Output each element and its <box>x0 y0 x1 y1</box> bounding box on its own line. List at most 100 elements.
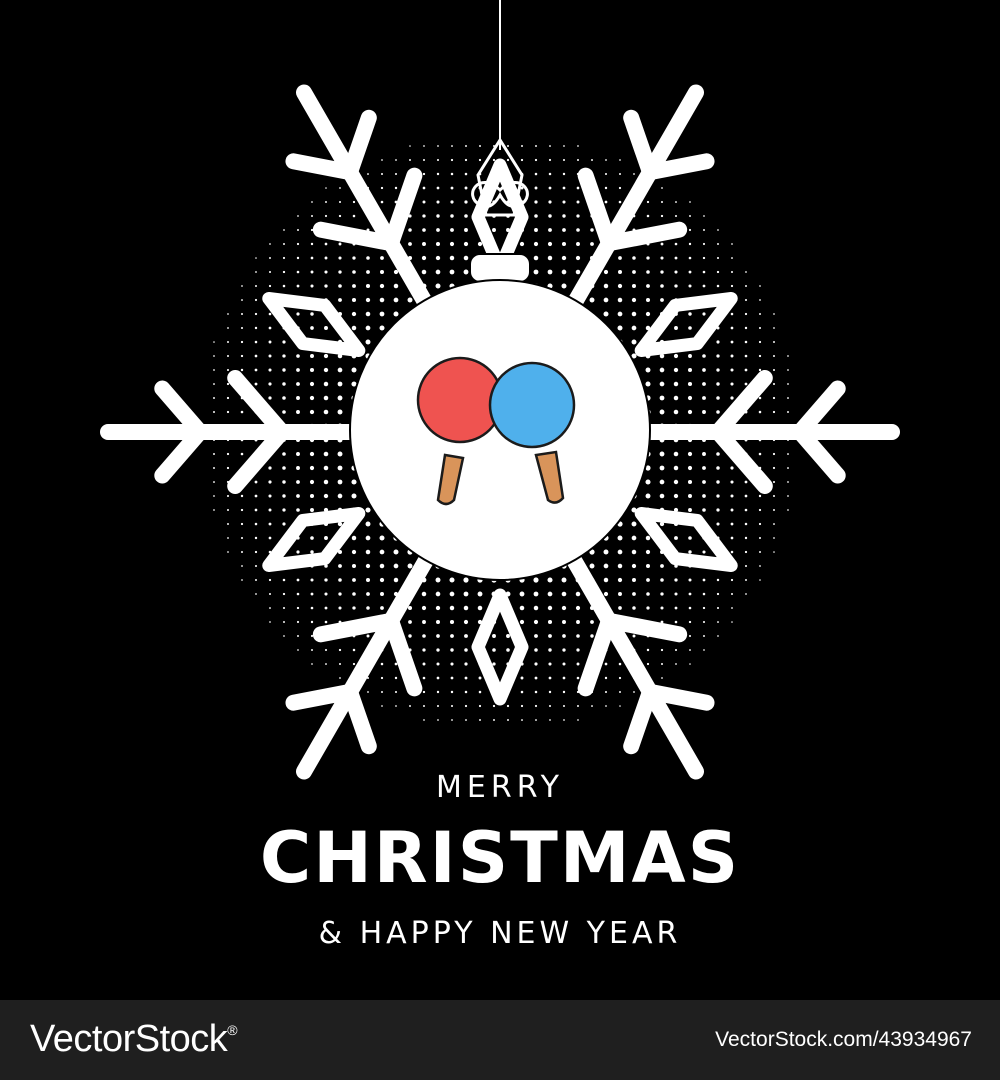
halftone-dot <box>282 522 286 526</box>
halftone-dot <box>562 634 566 638</box>
halftone-dot <box>730 354 734 358</box>
halftone-dot <box>673 409 679 415</box>
halftone-dot <box>268 578 272 582</box>
halftone-dot <box>645 311 651 317</box>
halftone-dot <box>773 327 775 329</box>
halftone-dot <box>521 145 523 147</box>
halftone-dot <box>241 299 243 301</box>
halftone-dot <box>254 522 258 526</box>
halftone-dot <box>534 634 538 638</box>
halftone-dot <box>423 705 425 707</box>
halftone-dot <box>367 173 369 175</box>
halftone-dot <box>227 327 229 329</box>
halftone-dot <box>549 719 551 721</box>
halftone-dot <box>463 591 469 597</box>
halftone-dot <box>435 269 441 275</box>
halftone-dot <box>366 592 370 596</box>
halftone-dot <box>548 200 552 204</box>
halftone-dot <box>659 465 665 471</box>
halftone-dot <box>380 662 384 666</box>
halftone-dot <box>645 367 651 373</box>
halftone-dot <box>296 480 300 484</box>
halftone-dot <box>576 214 580 218</box>
halftone-dot <box>717 621 719 623</box>
halftone-dot <box>227 523 229 525</box>
halftone-dot <box>787 467 789 469</box>
halftone-dot <box>227 313 229 315</box>
halftone-dot <box>423 145 425 147</box>
halftone-dot <box>661 677 663 679</box>
halftone-dot <box>507 719 509 721</box>
halftone-dot <box>618 200 622 204</box>
halftone-dot <box>380 256 384 260</box>
halftone-dot <box>367 691 369 693</box>
halftone-dot <box>674 536 678 540</box>
halftone-dot <box>366 606 370 610</box>
halftone-dot <box>351 325 357 331</box>
halftone-dot <box>548 648 552 652</box>
halftone-dot <box>618 676 622 680</box>
halftone-dot <box>548 186 552 190</box>
halftone-dot <box>673 465 679 471</box>
halftone-dot <box>787 383 789 385</box>
halftone-dot <box>744 368 748 372</box>
halftone-dot <box>758 326 762 330</box>
halftone-dot <box>365 325 371 331</box>
halftone-dot <box>464 648 468 652</box>
halftone-dot <box>436 634 440 638</box>
halftone-dot <box>660 648 664 652</box>
halftone-dot <box>422 172 426 176</box>
halftone-dot <box>547 269 553 275</box>
halftone-dot <box>421 605 427 611</box>
halftone-dot <box>533 605 539 611</box>
halftone-dot <box>310 354 314 358</box>
halftone-dot <box>563 145 565 147</box>
halftone-dot <box>324 592 328 596</box>
halftone-dot <box>758 368 762 372</box>
halftone-dot <box>702 312 706 316</box>
halftone-dot <box>365 521 371 527</box>
halftone-dot <box>254 508 258 512</box>
halftone-dot <box>310 550 314 554</box>
halftone-dot <box>674 592 678 596</box>
halftone-dot <box>617 325 623 331</box>
halftone-dot <box>449 241 455 247</box>
halftone-dot <box>240 368 244 372</box>
halftone-dot <box>618 592 622 596</box>
halftone-dot <box>717 243 719 245</box>
halftone-dot <box>730 536 734 540</box>
halftone-dot <box>436 662 440 666</box>
halftone-dot <box>268 382 272 386</box>
halftone-dot <box>688 494 692 498</box>
halftone-dot <box>520 676 524 680</box>
halftone-dot <box>255 285 257 287</box>
halftone-dot <box>449 577 455 583</box>
halftone-dot <box>773 551 775 553</box>
halftone-dot <box>659 409 665 415</box>
halftone-dot <box>632 270 636 274</box>
halftone-dot <box>435 255 441 261</box>
halftone-dot <box>716 368 720 372</box>
halftone-dot <box>464 634 468 638</box>
halftone-dot <box>395 705 397 707</box>
halftone-dot <box>269 257 271 259</box>
halftone-dot <box>675 201 677 203</box>
halftone-dot <box>240 354 244 358</box>
halftone-dot <box>744 340 748 344</box>
halftone-dot <box>548 158 552 162</box>
halftone-dot <box>463 241 469 247</box>
halftone-dot <box>730 396 734 400</box>
halftone-dot <box>731 257 733 259</box>
halftone-dot <box>309 409 315 415</box>
halftone-dot <box>310 606 314 610</box>
halftone-dot <box>464 228 468 232</box>
halftone-dot <box>394 676 398 680</box>
halftone-dot <box>562 676 566 680</box>
halftone-dot <box>254 326 258 330</box>
halftone-dot <box>422 214 426 218</box>
halftone-dot <box>268 592 272 596</box>
halftone-dot <box>268 494 272 498</box>
halftone-dot <box>338 242 342 246</box>
halftone-dot <box>506 704 510 708</box>
halftone-dot <box>352 214 356 218</box>
